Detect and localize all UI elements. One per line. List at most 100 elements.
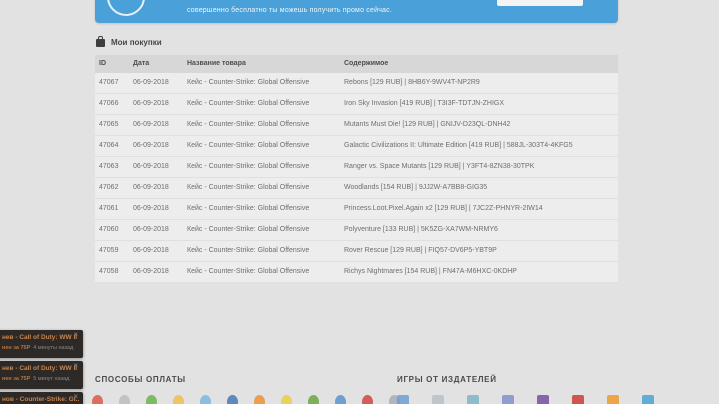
publisher-icon[interactable]	[607, 395, 619, 404]
col-header-date: Дата	[133, 55, 187, 73]
cell-date: 06-09-2018	[133, 115, 187, 135]
table-body: 47067 06-09-2018 Кейс - Counter-Strike: …	[95, 73, 618, 283]
cell-date: 06-09-2018	[133, 241, 187, 261]
publisher-icon[interactable]	[537, 395, 549, 404]
payment-icon[interactable]	[308, 395, 319, 404]
col-header-name: Название товара	[187, 55, 344, 73]
cell-id: 47064	[95, 136, 133, 156]
cell-content: Woodlands [154 RUB] | 9JJ2W-A7BB8-GIG35	[344, 178, 618, 198]
toast-time: 4 минуты назад	[33, 345, 73, 351]
cell-product: Кейс - Counter-Strike: Global Offensive	[187, 115, 344, 135]
cell-content: Rebons [129 RUB] | 8HB6Y-9WV4T-NP2R9	[344, 73, 618, 93]
toast-subtitle: нен за 75Р5 минут назад	[2, 376, 69, 382]
purchases-section-title: Мои покупки	[96, 37, 162, 47]
publisher-icon[interactable]	[467, 395, 479, 404]
close-icon[interactable]: ×	[73, 331, 78, 339]
cell-date: 06-09-2018	[133, 199, 187, 219]
payment-icon[interactable]	[146, 395, 157, 404]
cell-id: 47061	[95, 199, 133, 219]
payment-icon[interactable]	[281, 395, 292, 404]
shopping-bag-icon	[96, 39, 105, 47]
cell-id: 47066	[95, 94, 133, 114]
close-icon[interactable]: ×	[73, 362, 78, 370]
promo-banner-button[interactable]	[497, 0, 583, 6]
payment-icon[interactable]	[92, 395, 103, 404]
publisher-icon[interactable]	[397, 395, 409, 404]
cell-id: 47062	[95, 178, 133, 198]
payment-icon[interactable]	[254, 395, 265, 404]
table-row: 47062 06-09-2018 Кейс - Counter-Strike: …	[95, 178, 618, 199]
publisher-icon[interactable]	[642, 395, 654, 404]
table-row: 47064 06-09-2018 Кейс - Counter-Strike: …	[95, 136, 618, 157]
toast-title: нев - Call of Duty: WW II	[2, 334, 77, 341]
payment-methods-heading: СПОСОБЫ ОПЛАТЫ	[95, 375, 186, 384]
cell-id: 47065	[95, 115, 133, 135]
promo-banner: совершенно бесплатно ты можешь получить …	[95, 0, 618, 23]
cell-id: 47059	[95, 241, 133, 261]
cell-product: Кейс - Counter-Strike: Global Offensive	[187, 94, 344, 114]
purchase-toast: нов - Counter-Strike: Gl.. нен за 75Р7 м…	[0, 392, 83, 404]
cell-product: Кейс - Counter-Strike: Global Offensive	[187, 157, 344, 177]
cell-id: 47060	[95, 220, 133, 240]
table-row: 47067 06-09-2018 Кейс - Counter-Strike: …	[95, 73, 618, 94]
close-icon[interactable]: ×	[73, 393, 78, 401]
table-row: 47061 06-09-2018 Кейс - Counter-Strike: …	[95, 199, 618, 220]
cell-date: 06-09-2018	[133, 157, 187, 177]
table-header-row: ID Дата Название товара Содержимое	[95, 55, 618, 73]
cell-content: Mutants Must Die! [129 RUB] | GNIJV-D23Q…	[344, 115, 618, 135]
cell-product: Кейс - Counter-Strike: Global Offensive	[187, 199, 344, 219]
payment-icon[interactable]	[200, 395, 211, 404]
toast-subtitle: нен за 75Р4 минуты назад	[2, 345, 73, 351]
table-row: 47066 06-09-2018 Кейс - Counter-Strike: …	[95, 94, 618, 115]
cell-content: Iron Sky Invasion [419 RUB] | T3I3F-TDTJ…	[344, 94, 618, 114]
cell-date: 06-09-2018	[133, 262, 187, 282]
cell-date: 06-09-2018	[133, 136, 187, 156]
table-row: 47060 06-09-2018 Кейс - Counter-Strike: …	[95, 220, 618, 241]
payment-icons-row	[92, 395, 400, 404]
publisher-icon[interactable]	[502, 395, 514, 404]
cell-id: 47063	[95, 157, 133, 177]
toast-title: нев - Call of Duty: WW II	[2, 365, 77, 372]
publisher-icon[interactable]	[572, 395, 584, 404]
promo-badge-icon	[107, 0, 145, 16]
cell-product: Кейс - Counter-Strike: Global Offensive	[187, 241, 344, 261]
table-row: 47058 06-09-2018 Кейс - Counter-Strike: …	[95, 262, 618, 283]
cell-date: 06-09-2018	[133, 73, 187, 93]
toast-time: 5 минут назад	[33, 376, 69, 382]
payment-icon[interactable]	[362, 395, 373, 404]
toast-price: нен за 75Р	[2, 376, 30, 382]
cell-content: Rover Rescue [129 RUB] | FIQ57-DV6P5-YBT…	[344, 241, 618, 261]
table-row: 47063 06-09-2018 Кейс - Counter-Strike: …	[95, 157, 618, 178]
table-row: 47059 06-09-2018 Кейс - Counter-Strike: …	[95, 241, 618, 262]
payment-icon[interactable]	[119, 395, 130, 404]
cell-product: Кейс - Counter-Strike: Global Offensive	[187, 220, 344, 240]
cell-product: Кейс - Counter-Strike: Global Offensive	[187, 73, 344, 93]
cell-date: 06-09-2018	[133, 94, 187, 114]
publisher-icon[interactable]	[432, 395, 444, 404]
toast-price: нен за 75Р	[2, 345, 30, 351]
promo-banner-text: совершенно бесплатно ты можешь получить …	[187, 7, 392, 14]
cell-id: 47067	[95, 73, 133, 93]
purchases-table: ID Дата Название товара Содержимое 47067…	[95, 55, 618, 283]
table-row: 47065 06-09-2018 Кейс - Counter-Strike: …	[95, 115, 618, 136]
payment-icon[interactable]	[227, 395, 238, 404]
purchase-toast: нев - Call of Duty: WW II нен за 75Р4 ми…	[0, 330, 83, 358]
cell-date: 06-09-2018	[133, 220, 187, 240]
cell-product: Кейс - Counter-Strike: Global Offensive	[187, 262, 344, 282]
publisher-icons-row	[397, 395, 654, 404]
page-title: Мои покупки	[111, 38, 162, 47]
cell-id: 47058	[95, 262, 133, 282]
payment-icon[interactable]	[173, 395, 184, 404]
toast-title: нов - Counter-Strike: Gl..	[2, 396, 79, 403]
cell-content: Polyventure [133 RUB] | 5K5ZG-XA7WM-NRMY…	[344, 220, 618, 240]
cell-content: Princess.Loot.Pixel.Again x2 [129 RUB] |…	[344, 199, 618, 219]
publisher-games-heading: ИГРЫ ОТ ИЗДАТЕЛЕЙ	[397, 375, 497, 384]
payment-icon[interactable]	[335, 395, 346, 404]
cell-content: Ranger vs. Space Mutants [129 RUB] | Y3F…	[344, 157, 618, 177]
cell-content: Richys Nightmares [154 RUB] | FN47A-M6HX…	[344, 262, 618, 282]
cell-content: Galactic Civilizations II: Ultimate Edit…	[344, 136, 618, 156]
cell-product: Кейс - Counter-Strike: Global Offensive	[187, 178, 344, 198]
cell-date: 06-09-2018	[133, 178, 187, 198]
purchase-toast: нев - Call of Duty: WW II нен за 75Р5 ми…	[0, 361, 83, 389]
col-header-id: ID	[95, 55, 133, 73]
